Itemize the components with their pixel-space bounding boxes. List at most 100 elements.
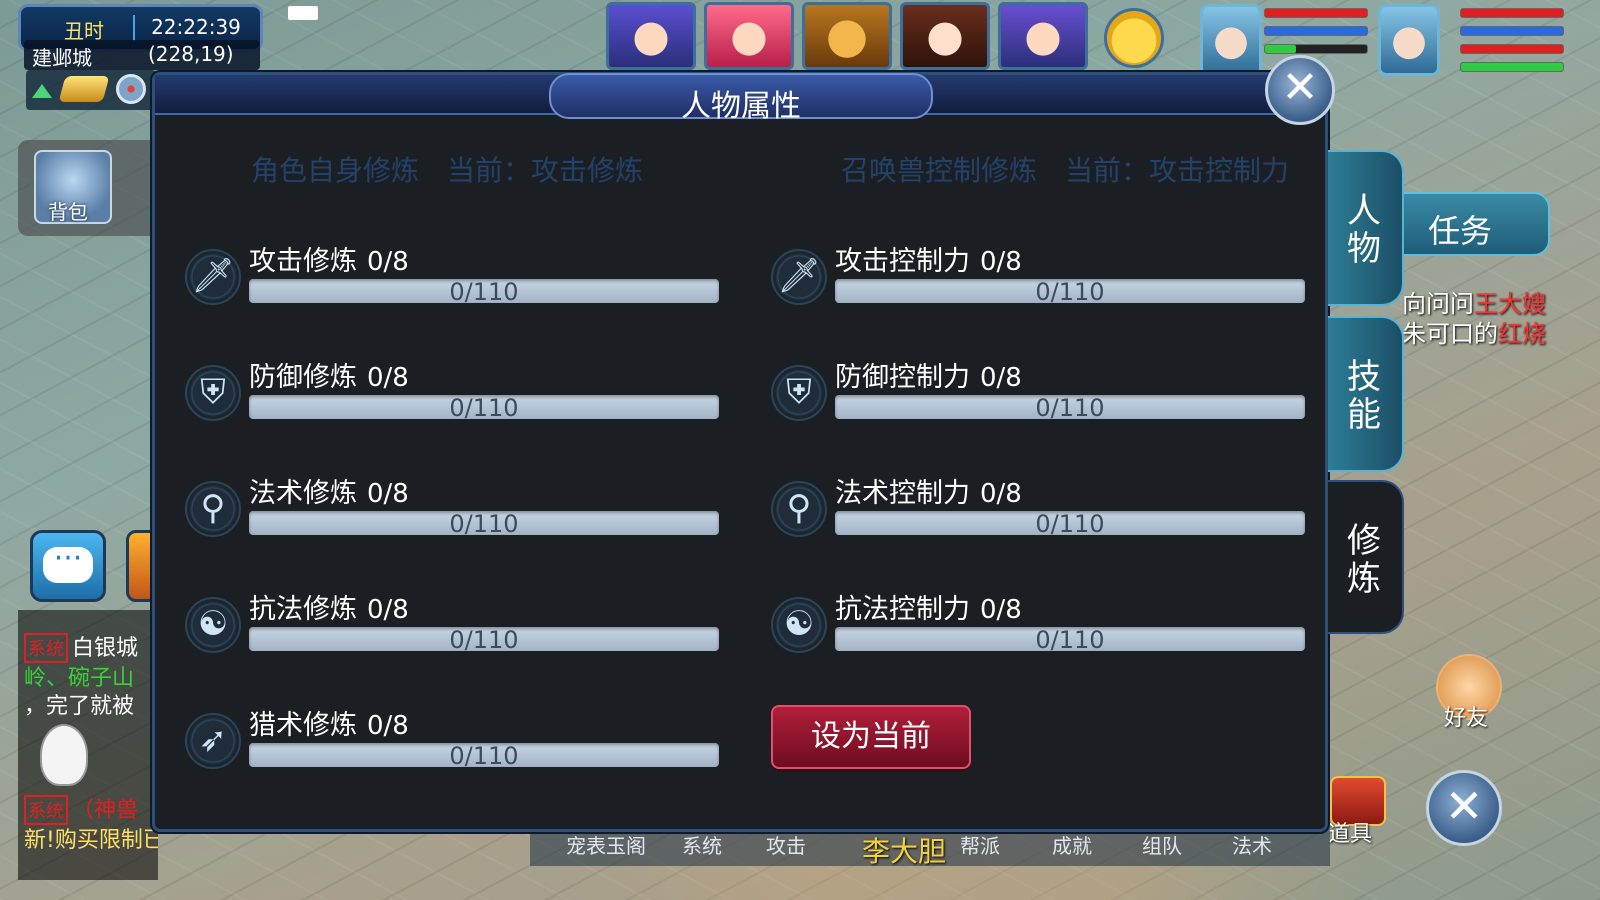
speech-bubble-icon: ··· [43, 544, 93, 583]
bottom-menu-item[interactable]: 系统 [682, 830, 722, 859]
training-progress-bar: 0/110 [249, 394, 719, 422]
bag-label: 背包 [48, 200, 88, 224]
chat-text: （神兽 [72, 798, 139, 823]
training-label: 防御修炼 [249, 362, 357, 393]
training-row[interactable]: ⚲ 法术控制力 0/8 0/110 [771, 471, 1305, 547]
training-exp: 0/110 [449, 278, 519, 306]
bottom-menu-item[interactable]: 组队 [1142, 830, 1182, 859]
training-label: 攻击控制力 [835, 246, 970, 277]
tab-label: 修炼 [1347, 521, 1381, 599]
minimap-bar[interactable]: 建邺城 (228,19) [24, 40, 260, 70]
team-member-portrait[interactable] [606, 2, 696, 70]
bottom-menu-item[interactable]: 法术 [1232, 830, 1272, 859]
training-label: 法术修炼 [249, 478, 357, 509]
quest-tracker-line[interactable]: 朱可口的红烧 [1402, 314, 1546, 349]
training-row[interactable]: ⛨ 防御修炼 0/8 0/110 [185, 355, 719, 431]
quest-item-name: 红烧 [1498, 320, 1546, 348]
sword-icon: 🗡 [771, 249, 827, 305]
tab-label: 技能 [1347, 357, 1381, 435]
chat-button[interactable]: ··· [30, 530, 106, 602]
pet-sp-bar [1264, 44, 1368, 54]
tab-skills[interactable]: 技能 [1328, 316, 1404, 472]
training-exp: 0/110 [449, 394, 519, 422]
yin-yang-icon: ☯ [185, 597, 241, 653]
pet-sp-fill [1265, 45, 1296, 53]
training-exp: 0/110 [1035, 626, 1105, 654]
training-name: 抗法控制力 0/8 [835, 587, 1022, 626]
compass-icon[interactable] [116, 74, 146, 104]
system-tag: 系统 [24, 633, 68, 663]
training-name: 法术修炼 0/8 [249, 471, 409, 510]
hud-shortcuts [26, 70, 156, 110]
pet-mp-fill [1265, 27, 1367, 35]
bottom-menu-item[interactable]: 宠表玉阁 [566, 830, 646, 859]
task-tab[interactable]: 任务 [1402, 192, 1550, 256]
training-name: 防御控制力 0/8 [835, 355, 1022, 394]
pet-control-heading: 召唤兽控制修炼 当前：攻击控制力 [841, 154, 1290, 187]
training-progress-bar: 0/110 [249, 742, 719, 770]
team-member-portrait[interactable] [900, 2, 990, 70]
training-name: 法术控制力 0/8 [835, 471, 1022, 510]
training-level: 0/8 [980, 363, 1022, 393]
training-progress-bar: 0/110 [835, 278, 1305, 306]
set-current-button[interactable]: 设为当前 [771, 705, 971, 769]
training-progress-bar: 0/110 [249, 510, 719, 538]
player-sp-bar [1460, 44, 1564, 54]
training-progress-bar: 0/110 [835, 510, 1305, 538]
pet-status-portrait[interactable] [1200, 4, 1262, 76]
player-status-portrait[interactable] [1378, 4, 1440, 76]
bottom-menu-item[interactable]: 攻击 [766, 830, 806, 859]
training-row[interactable]: ☯ 抗法控制力 0/8 0/110 [771, 587, 1305, 663]
pet-hp-bar [1264, 8, 1368, 18]
player-hp-bar [1460, 8, 1564, 18]
npc-name[interactable]: 李大胆 [862, 830, 946, 870]
map-name: 建邺城 [32, 46, 92, 70]
training-row[interactable]: ⛨ 防御控制力 0/8 0/110 [771, 355, 1305, 431]
training-label: 抗法控制力 [835, 594, 970, 625]
dialog-title: 人物属性 [681, 89, 801, 124]
team-member-portrait[interactable] [802, 2, 892, 70]
training-label: 攻击修炼 [249, 246, 357, 277]
pet-mp-bar [1264, 26, 1368, 36]
training-name: 防御修炼 0/8 [249, 355, 409, 394]
gold-ingot-icon[interactable] [58, 76, 110, 102]
sword-icon: 🗡 [185, 249, 241, 305]
system-tag: 系统 [24, 795, 68, 825]
chat-log[interactable]: 系统白银城 岭、碗子山 ，完了就被 系统（神兽 新!购买限制已清空！ [18, 610, 158, 880]
team-member-portrait[interactable] [998, 2, 1088, 70]
magic-staff-icon: ⚲ [185, 481, 241, 537]
bottom-menu-item[interactable]: 帮派 [960, 830, 1000, 859]
training-row[interactable]: ➶ 猎术修炼 0/8 0/110 [185, 703, 719, 779]
training-row[interactable]: 🗡 攻击控制力 0/8 0/110 [771, 239, 1305, 315]
tab-training[interactable]: 修炼 [1328, 480, 1404, 634]
chat-avatar [40, 724, 88, 786]
training-level: 0/8 [980, 479, 1022, 509]
training-label: 法术控制力 [835, 478, 970, 509]
dialog-close-button[interactable]: ✕ [1265, 55, 1335, 125]
player-sp-fill [1461, 45, 1563, 53]
team-member-portrait[interactable] [704, 2, 794, 70]
training-label: 猎术修炼 [249, 710, 357, 741]
training-label: 抗法修炼 [249, 594, 357, 625]
training-level: 0/8 [980, 595, 1022, 625]
training-name: 攻击控制力 0/8 [835, 239, 1022, 278]
player-exp-bar [1460, 62, 1564, 72]
arrow-up-icon[interactable] [32, 84, 52, 98]
player-exp-fill [1461, 63, 1563, 71]
battery-icon [288, 6, 318, 20]
close-icon[interactable]: ✕ [1426, 770, 1502, 846]
chat-message: 新!购买限制已清空！ [24, 828, 158, 853]
training-exp: 0/110 [449, 626, 519, 654]
training-row[interactable]: ⚲ 法术修炼 0/8 0/110 [185, 471, 719, 547]
tab-character[interactable]: 人物 [1328, 150, 1404, 306]
time-divider [133, 15, 135, 41]
chat-text: 白银城 [72, 636, 139, 661]
training-row[interactable]: ☯ 抗法修炼 0/8 0/110 [185, 587, 719, 663]
training-level: 0/8 [367, 363, 409, 393]
bottom-menu-item[interactable]: 成就 [1052, 830, 1092, 859]
training-level: 0/8 [367, 247, 409, 277]
pet-portrait[interactable] [1104, 8, 1164, 68]
training-row[interactable]: 🗡 攻击修炼 0/8 0/110 [185, 239, 719, 315]
quest-text: 朱可口的 [1402, 320, 1498, 348]
dialog-title-plate: 人物属性 [549, 73, 933, 124]
